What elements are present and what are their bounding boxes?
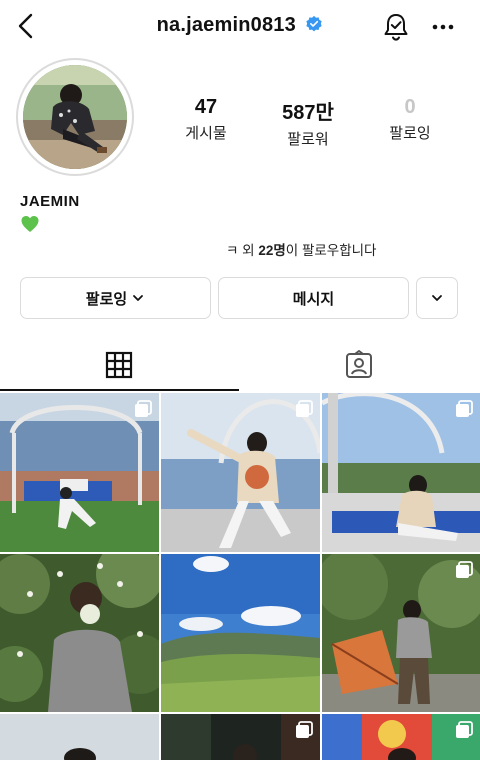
active-tab-indicator [0, 389, 239, 391]
multi-photo-icon [135, 400, 152, 417]
grid-icon[interactable] [104, 350, 134, 380]
more-options-icon[interactable] [432, 22, 454, 32]
following-count: 0 [404, 96, 416, 118]
message-button[interactable]: 메시지 [218, 277, 409, 319]
post-thumbnail[interactable] [161, 554, 320, 712]
post-thumbnail[interactable] [0, 393, 159, 552]
multi-photo-icon [456, 561, 473, 578]
green-heart-emoji [21, 216, 39, 232]
followed-by-text[interactable]: ㅋ 외 22명이 팔로우합니다 [226, 239, 376, 259]
post-thumbnail[interactable] [322, 393, 480, 552]
following-label: 팔로잉 [389, 125, 431, 142]
stat-following[interactable]: 0 팔로잉 [360, 96, 460, 143]
posts-label: 게시물 [185, 125, 227, 142]
multi-photo-icon [456, 400, 473, 417]
profile-handle: na.jaemin0813 [156, 14, 296, 36]
stat-followers[interactable]: 587만 팔로워 [258, 96, 358, 149]
followed-by-prefix: ㅋ 외 [226, 243, 259, 258]
post-thumbnail[interactable] [161, 393, 320, 552]
post-thumbnail[interactable] [161, 714, 320, 760]
tagged-icon[interactable] [344, 350, 374, 380]
followers-count: 587만 [282, 102, 334, 124]
chevron-down-icon [432, 295, 442, 301]
post-thumbnail[interactable] [322, 554, 480, 712]
followers-label: 팔로워 [287, 131, 329, 148]
avatar[interactable] [23, 65, 127, 169]
multi-photo-icon [296, 721, 313, 738]
following-button-label: 팔로잉 [85, 290, 128, 308]
message-button-label: 메시지 [292, 290, 335, 308]
suggested-accounts-button[interactable] [416, 277, 458, 319]
verified-badge-icon [306, 15, 323, 32]
followed-by-count: 22명 [258, 243, 286, 258]
post-thumbnail[interactable] [322, 714, 480, 760]
profile-name: JAEMIN [20, 193, 80, 210]
notification-bell-icon[interactable] [382, 12, 410, 42]
following-button[interactable]: 팔로잉 [20, 277, 211, 319]
followed-by-suffix: 이 팔로우합니다 [285, 243, 377, 258]
post-thumbnail[interactable] [0, 554, 159, 712]
chevron-down-icon [133, 295, 144, 301]
multi-photo-icon [456, 721, 473, 738]
stat-posts[interactable]: 47 게시물 [156, 96, 256, 143]
multi-photo-icon [296, 400, 313, 417]
posts-count: 47 [194, 96, 218, 118]
post-thumbnail[interactable] [0, 714, 159, 760]
